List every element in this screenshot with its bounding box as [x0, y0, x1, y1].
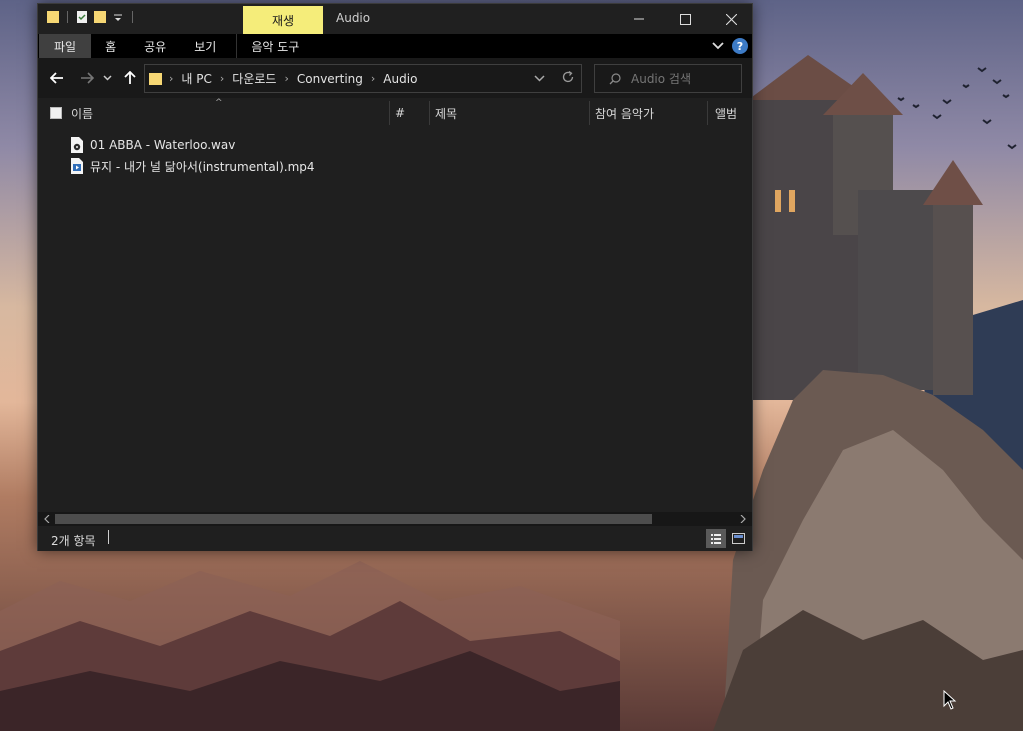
folder-icon	[149, 72, 162, 85]
file-row[interactable]: 뮤지 - 내가 널 닮아서(instrumental).mp4	[70, 156, 315, 176]
column-divider[interactable]	[389, 101, 390, 125]
horizontal-scrollbar[interactable]	[38, 512, 752, 526]
tab-view[interactable]: 보기	[180, 34, 230, 58]
maximize-button[interactable]	[662, 4, 708, 34]
file-name: 01 ABBA - Waterloo.wav	[90, 138, 236, 152]
column-header-name[interactable]: 이름	[71, 98, 389, 128]
arrow-left-icon	[50, 72, 63, 84]
column-divider[interactable]	[589, 101, 590, 125]
column-header-album[interactable]: 앨범	[715, 98, 753, 128]
breadcrumb-downloads[interactable]: 다운로드	[228, 70, 280, 87]
customize-toolbar-icon[interactable]	[111, 10, 125, 24]
tab-music-tools[interactable]: 음악 도구	[236, 34, 313, 58]
column-header-title[interactable]: 제목	[435, 98, 589, 128]
status-bar: 2개 항목	[38, 526, 752, 551]
breadcrumb-audio[interactable]: Audio	[379, 72, 421, 86]
tab-home[interactable]: 홈	[91, 34, 130, 58]
minimize-icon	[634, 18, 644, 20]
breadcrumb-this-pc[interactable]: 내 PC	[177, 70, 215, 87]
chevron-right-icon	[740, 515, 746, 523]
close-button[interactable]	[708, 4, 754, 34]
search-icon	[609, 72, 621, 84]
details-view-icon	[711, 533, 721, 544]
breadcrumb-converting[interactable]: Converting	[293, 72, 367, 86]
details-view-button[interactable]	[706, 529, 726, 548]
ribbon-tabs: 파일 홈 공유 보기 음악 도구	[38, 34, 752, 58]
checkbox[interactable]	[50, 107, 62, 119]
large-icons-view-icon	[731, 533, 745, 544]
mouse-cursor-icon	[943, 690, 957, 710]
column-divider[interactable]	[429, 101, 430, 125]
search-box[interactable]	[594, 64, 742, 93]
minimize-button[interactable]	[616, 4, 662, 34]
video-file-icon	[71, 158, 83, 174]
scroll-left-button[interactable]	[40, 512, 54, 526]
scroll-right-button[interactable]	[736, 512, 750, 526]
file-row[interactable]: 01 ABBA - Waterloo.wav	[70, 135, 235, 155]
arrow-up-icon	[124, 71, 136, 84]
breadcrumb-separator[interactable]: ›	[216, 72, 228, 85]
arrow-right-icon	[81, 72, 94, 84]
tab-play-context[interactable]: 재생	[243, 6, 323, 34]
file-name: 뮤지 - 내가 널 닮아서(instrumental).mp4	[90, 159, 315, 174]
status-divider	[108, 530, 109, 544]
expand-ribbon-icon[interactable]	[712, 41, 724, 51]
quick-access-toolbar	[46, 10, 136, 24]
breadcrumb-separator[interactable]: ›	[280, 72, 292, 85]
file-list-pane: ^ 이름 # 제목 참여 음악가 앨범 01 ABBA - Waterloo.w…	[38, 98, 752, 512]
refresh-icon[interactable]	[561, 70, 575, 84]
audio-file-icon	[71, 137, 83, 153]
column-divider[interactable]	[707, 101, 708, 125]
window-title: Audio	[336, 11, 371, 25]
address-bar[interactable]: › 내 PC › 다운로드 › Converting › Audio	[144, 64, 582, 93]
wallpaper-birds	[897, 67, 1017, 150]
select-all-checkbox[interactable]	[50, 98, 62, 128]
column-header-contributing-artists[interactable]: 참여 음악가	[595, 98, 707, 128]
item-count: 2개 항목	[51, 534, 96, 548]
up-button[interactable]	[120, 68, 140, 88]
ribbon-controls: ?	[712, 38, 748, 54]
tab-share[interactable]: 공유	[130, 34, 180, 58]
maximize-icon	[679, 13, 691, 25]
address-dropdown-icon[interactable]	[534, 72, 545, 84]
forward-button[interactable]	[77, 68, 97, 88]
breadcrumb-separator[interactable]: ›	[367, 72, 379, 85]
new-folder-icon[interactable]	[93, 10, 107, 24]
large-icons-view-button[interactable]	[728, 529, 748, 548]
title-bar: 재생 Audio	[38, 4, 752, 34]
chevron-down-icon	[102, 75, 112, 81]
file-explorer-window: 재생 Audio 파일 홈 공유 보기 음악 도구 ? › 내 PC › 다운로…	[37, 3, 753, 551]
column-header-row: ^ 이름 # 제목 참여 음악가 앨범	[38, 98, 752, 128]
scrollbar-thumb[interactable]	[55, 514, 652, 524]
folder-icon	[47, 11, 59, 23]
column-header-track-number[interactable]: #	[395, 98, 429, 128]
search-input[interactable]	[631, 71, 741, 86]
chevron-left-icon	[44, 515, 50, 523]
breadcrumb-separator[interactable]: ›	[165, 72, 177, 85]
tab-file[interactable]: 파일	[39, 34, 92, 58]
navigation-bar: › 내 PC › 다운로드 › Converting › Audio	[38, 58, 752, 98]
back-button[interactable]	[47, 68, 67, 88]
properties-icon[interactable]	[75, 10, 89, 24]
toolbar-divider	[132, 11, 133, 23]
toolbar-divider	[67, 11, 68, 23]
recent-locations-button[interactable]	[100, 68, 114, 88]
close-icon	[725, 13, 737, 25]
help-button[interactable]: ?	[732, 38, 748, 54]
